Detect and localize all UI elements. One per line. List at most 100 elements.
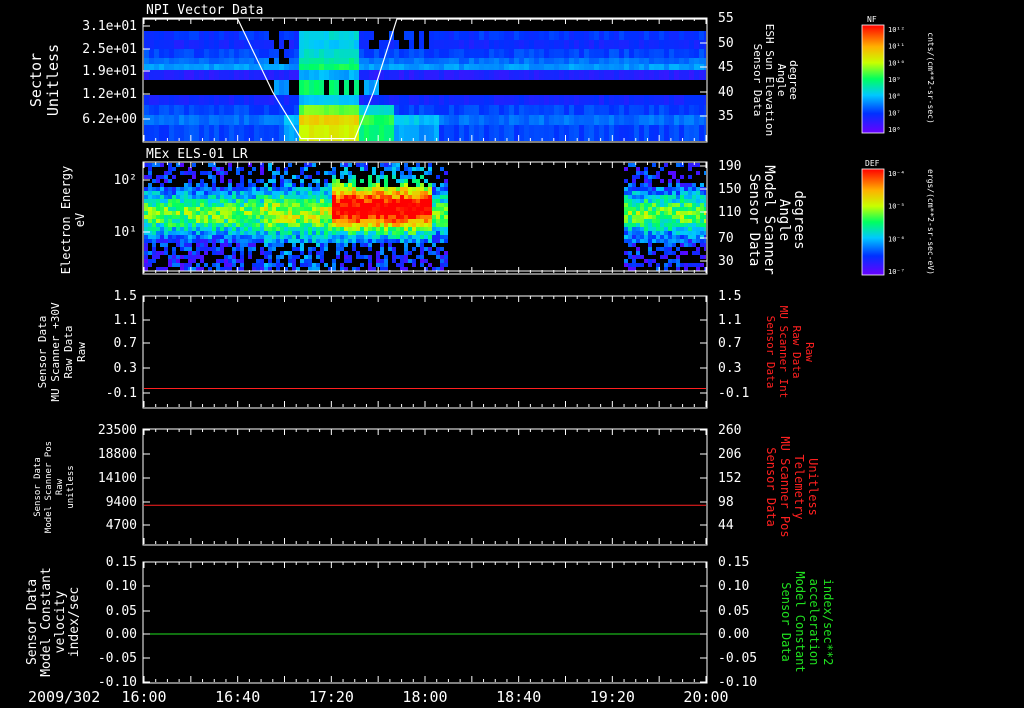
els-heatmap-cell: [332, 267, 336, 271]
els-heatmap-cell: [392, 215, 396, 219]
els-heatmap-cell: [208, 231, 212, 235]
npi-heatmap-cell: [234, 70, 239, 80]
npi-heatmap-cell: [144, 31, 149, 40]
els-heatmap-cell: [260, 247, 264, 251]
els-heatmap-cell: [364, 175, 368, 179]
els-heatmap-cell: [636, 175, 640, 179]
els-heatmap-cell: [180, 215, 184, 219]
els-heatmap-cell: [152, 183, 156, 187]
panel-els: MEx ELS-01 LR 10²10¹ 1901501107030 Elect…: [59, 147, 935, 276]
els-heatmap-cell: [336, 255, 340, 259]
npi-heatmap-cell: [339, 80, 344, 95]
els-heatmap-cell: [304, 239, 308, 243]
npi-heatmap-cell: [374, 115, 379, 125]
els-heatmap-cell: [260, 251, 264, 255]
els-heatmap-cell: [628, 195, 632, 199]
els-heatmap-cell: [316, 247, 320, 251]
els-heatmap-cell: [416, 263, 420, 267]
npi-heatmap-cell: [384, 115, 389, 125]
els-heatmap-cell: [684, 199, 688, 203]
npi-heatmap-cell: [409, 105, 414, 115]
time-tick-label: 18:40: [496, 688, 541, 706]
npi-heatmap-cell: [354, 80, 359, 95]
els-heatmap-cell: [148, 175, 152, 179]
els-heatmap-cell: [648, 207, 652, 211]
els-heatmap-cell: [344, 195, 348, 199]
els-heatmap-cell: [432, 179, 436, 183]
els-heatmap-cell: [652, 243, 656, 247]
els-heatmap-cell: [672, 255, 676, 259]
npi-heatmap-cell: [529, 31, 534, 40]
npi-heatmap-cell: [309, 115, 314, 125]
npi-heatmap-cell: [669, 31, 674, 40]
els-heatmap-cell: [440, 235, 444, 239]
npi-heatmap-cell: [639, 40, 644, 49]
els-heatmap-cell: [656, 203, 660, 207]
els-heatmap-cell: [204, 191, 208, 195]
els-heatmap-cell: [152, 167, 156, 171]
els-heatmap-cell: [360, 203, 364, 207]
npi-heatmap-cell: [609, 125, 614, 141]
npi-heatmap-cell: [574, 64, 579, 70]
els-heatmap-cell: [684, 243, 688, 247]
npi-heatmap-cell: [504, 31, 509, 40]
npi-heatmap-cell: [444, 49, 449, 58]
els-heatmap-cell: [436, 247, 440, 251]
els-heatmap-cell: [660, 203, 664, 207]
npi-heatmap-cell: [624, 70, 629, 80]
els-heatmap-cell: [648, 267, 652, 271]
els-heatmap-cell: [360, 167, 364, 171]
npi-heatmap-cell: [649, 40, 654, 49]
els-heatmap-cell: [148, 259, 152, 263]
els-heatmap-cell: [216, 199, 220, 203]
els-heatmap-cell: [320, 255, 324, 259]
els-heatmap-cell: [380, 239, 384, 243]
npi-heatmap-cell: [534, 49, 539, 58]
els-heatmap-cell: [700, 191, 704, 195]
els-heatmap-cell: [192, 211, 196, 215]
npi-heatmap-cell: [279, 40, 284, 49]
els-heatmap-cell: [180, 175, 184, 179]
els-heatmap-cell: [428, 259, 432, 263]
npi-heatmap-cell: [454, 105, 459, 115]
right-tick-label: 0.3: [718, 361, 741, 376]
els-heatmap-cell: [412, 263, 416, 267]
els-heatmap-cell: [356, 171, 360, 175]
npi-heatmap-cell: [399, 58, 404, 64]
els-heatmap-cell: [176, 199, 180, 203]
els-heatmap-cell: [292, 239, 296, 243]
els-heatmap-cell: [684, 175, 688, 179]
els-heatmap-cell: [192, 191, 196, 195]
els-heatmap-cell: [236, 247, 240, 251]
els-heatmap-cell: [316, 207, 320, 211]
els-heatmap-cell: [672, 191, 676, 195]
els-heatmap-cell: [284, 175, 288, 179]
npi-heatmap-cell: [624, 49, 629, 58]
els-heatmap-cell: [224, 195, 228, 199]
npi-heatmap-cell: [629, 31, 634, 40]
npi-heatmap-cell: [329, 58, 334, 64]
els-heatmap-cell: [272, 183, 276, 187]
npi-heatmap-cell: [409, 70, 414, 80]
els-heatmap-cell: [296, 235, 300, 239]
els-heatmap-cell: [672, 199, 676, 203]
npi-heatmap-cell: [644, 80, 649, 95]
els-heatmap-cell: [196, 167, 200, 171]
els-heatmap-cell: [200, 203, 204, 207]
colorbar-tick-label: 10⁻⁶: [888, 235, 905, 243]
npi-heatmap-cell: [234, 58, 239, 64]
els-heatmap-cell: [244, 187, 248, 191]
npi-heatmap-cell: [524, 58, 529, 64]
els-heatmap-cell: [184, 219, 188, 223]
els-heatmap-cell: [320, 167, 324, 171]
right-tick-label: 50: [718, 36, 734, 51]
els-heatmap-cell: [204, 171, 208, 175]
npi-heatmap-cell: [419, 125, 424, 141]
els-heatmap-cell: [308, 263, 312, 267]
els-heatmap-cell: [340, 259, 344, 263]
npi-heatmap-cell: [474, 105, 479, 115]
npi-heatmap-cell: [344, 115, 349, 125]
npi-heatmap-cell: [569, 64, 574, 70]
npi-heatmap-cell: [634, 49, 639, 58]
els-heatmap-cell: [380, 191, 384, 195]
